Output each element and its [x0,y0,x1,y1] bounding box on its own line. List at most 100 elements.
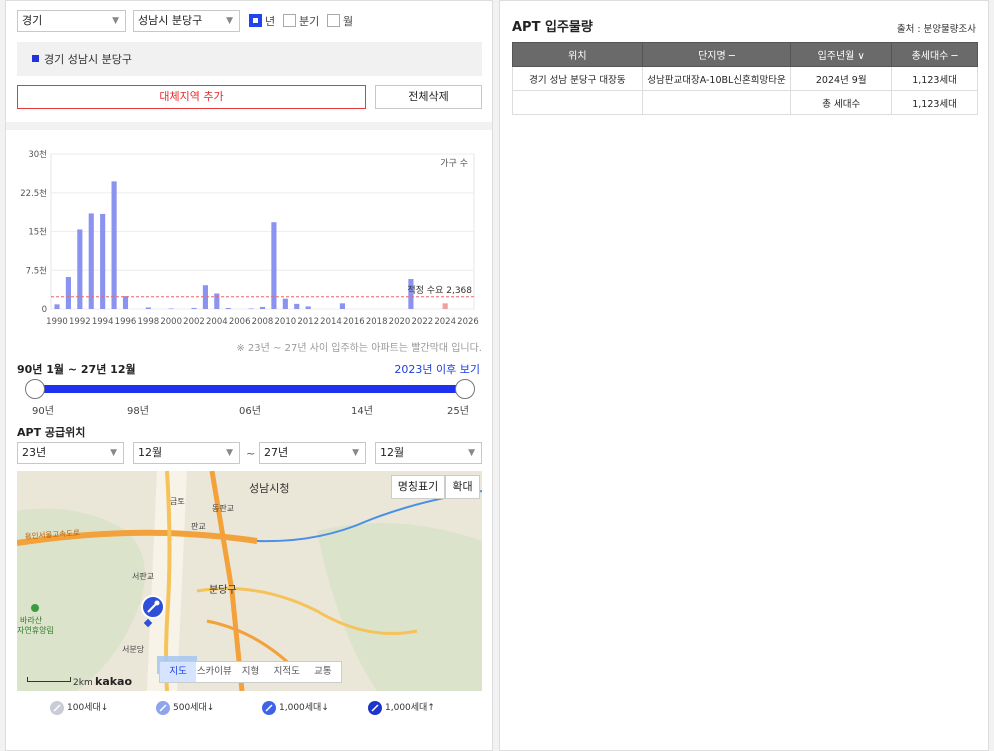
right-panel: APT 입주물량 출처 : 분양물량조사 위치 단지명 ─ 입주년월 ∨ 총세대… [499,0,989,751]
map-show-names-button[interactable]: 명칭표기 [391,475,445,499]
period-year-checkbox[interactable]: 년 [249,14,275,28]
chart-bar [191,307,197,309]
table-row[interactable]: 경기 성남 분당구 대장동 성남판교대장A-10BL신혼희망타운 2024년 9… [512,66,978,91]
map-type-switcher: 지도 스카이뷰 지형 지적도 교통 [159,661,342,683]
table-cell: 2024년 9월 [790,66,893,91]
selected-region-bar: 경기 성남시 분당구 [17,42,482,76]
map-type-skyview[interactable]: 스카이뷰 [196,662,232,682]
column-header-complex[interactable]: 단지명 ─ [641,42,792,67]
y-tick-label: 22.5천 [20,188,47,199]
range-label: 90년 1월 ~ 27년 12월 [17,363,136,376]
map-label-pangyo: 판교 [191,522,206,531]
legend-500: 500세대↓ [155,699,214,717]
chevron-down-icon: ▼ [352,448,359,458]
city-select[interactable]: 성남시 분당구 ▼ [133,10,240,32]
to-month-select[interactable]: 12월 ▼ [375,442,482,464]
x-tick-label: 2018 [366,317,388,327]
reference-label: 적정 수요 2,368 [407,284,472,296]
add-alt-region-button[interactable]: 대체지역 추가 [17,85,366,109]
table-cell: 1,123세대 [891,66,978,91]
table-header-row: 위치 단지명 ─ 입주년월 ∨ 총세대수 ─ [512,42,978,67]
chart-bar [305,306,311,309]
range-tilde: ~ [246,447,256,460]
column-header-households[interactable]: 총세대수 ─ [891,42,978,67]
marker-blue-icon [262,700,276,715]
chart-bar [442,303,448,309]
chevron-down-icon: ▼ [112,16,119,26]
range-slider-track[interactable] [34,385,464,393]
map-canvas[interactable]: 성남시청 금토 동판교 판교 용인서울고속도로 서판교 분당구 바라산 자연휴양… [17,471,482,691]
legend-100: 100세대↓ [49,699,108,717]
chart-bar [111,181,117,309]
legend-label: 1,000세대↓ [279,703,329,713]
supply-map[interactable]: 성남시청 금토 동판교 판교 용인서울고속도로 서판교 분당구 바라산 자연휴양… [17,471,482,691]
y-tick-label: 30천 [28,149,47,160]
map-type-terrain[interactable]: 지형 [232,662,268,682]
from-year-select[interactable]: 23년 ▼ [17,442,124,464]
marker-darkblue-icon [368,700,382,715]
period-quarter-label: 분기 [299,15,320,28]
x-tick-label: 1990 [46,317,68,327]
range-slider-end-handle[interactable] [455,379,475,399]
x-tick-label: 1996 [115,317,137,327]
to-year-select[interactable]: 27년 ▼ [259,442,366,464]
x-tick-label: 1998 [138,317,160,327]
legend-label: 100세대↓ [67,703,109,713]
x-tick-label: 2016 [343,317,365,327]
selected-region-text: 경기 성남시 분당구 [44,53,132,66]
table-cell: 성남판교대장A-10BL신혼희망타운 [641,66,792,91]
chevron-down-icon: ▼ [226,16,233,26]
map-label-forest: 자연휴양림 [17,625,54,635]
province-select[interactable]: 경기 ▼ [17,10,126,32]
after-2023-link[interactable]: 2023년 이후 보기 [394,361,480,377]
map-label-bundang: 분당구 [209,584,237,596]
to-month-value: 12월 [380,446,405,459]
table-cell [641,90,792,115]
section-divider [6,122,492,130]
supply-location-title: APT 공급위치 [17,426,86,439]
apt-move-in-table: 위치 단지명 ─ 입주년월 ∨ 총세대수 ─ 경기 성남 분당구 대장동 성남판… [512,42,978,115]
table-total-row: 총 세대수 1,123세대 [512,90,978,115]
x-tick-label: 2022 [412,317,434,327]
x-tick-label: 2004 [206,317,228,327]
map-type-traffic[interactable]: 교통 [305,662,341,682]
x-tick-label: 2002 [183,317,205,327]
from-month-select[interactable]: 12월 ▼ [133,442,240,464]
legend-1000-over: 1,000세대↑ [367,699,435,717]
map-zoom-button[interactable]: 확대 [445,475,480,499]
chart-bar [282,298,288,309]
apt-move-in-title: APT 입주물량 [512,20,593,35]
period-year-label: 년 [265,15,276,28]
slider-tick-label: 98년 [127,406,149,417]
x-tick-label: 2008 [252,317,274,327]
chart-bar [145,307,151,309]
chart-bar [65,276,71,309]
chart-bar [54,304,60,309]
period-month-checkbox[interactable]: 월 [327,14,353,28]
range-slider-start-handle[interactable] [25,379,45,399]
region-square-icon [32,55,39,62]
table-cell: 경기 성남 분당구 대장동 [512,66,643,91]
x-tick-label: 2026 [457,317,479,327]
period-quarter-checkbox[interactable]: 분기 [283,14,319,28]
marker-lightblue-icon [156,700,170,715]
x-tick-label: 1992 [69,317,91,327]
chart-bar [339,303,345,309]
legend-label: 500세대↓ [173,703,215,713]
chart-bar [88,213,94,309]
x-tick-label: 2010 [275,317,297,327]
city-select-value: 성남시 분당구 [138,14,203,27]
y-tick-label: 0 [42,305,47,315]
map-type-map[interactable]: 지도 [160,662,197,682]
map-type-cadastral[interactable]: 지적도 [269,662,305,682]
column-header-location: 위치 [512,42,643,67]
marker-light-icon [50,700,64,715]
unit-label: 가구 수 [440,158,468,169]
legend-1000-under: 1,000세대↓ [261,699,329,717]
chevron-down-icon: ▼ [468,448,475,458]
delete-all-button[interactable]: 전체삭제 [375,85,482,109]
column-header-move-in[interactable]: 입주년월 ∨ [790,42,893,67]
x-tick-label: 2012 [297,317,319,327]
chart-bar [214,293,220,309]
supply-bar-chart: 30천22.5천15천7.5천0적정 수요 2,368가구 수1990 1992 1… [20,149,479,327]
